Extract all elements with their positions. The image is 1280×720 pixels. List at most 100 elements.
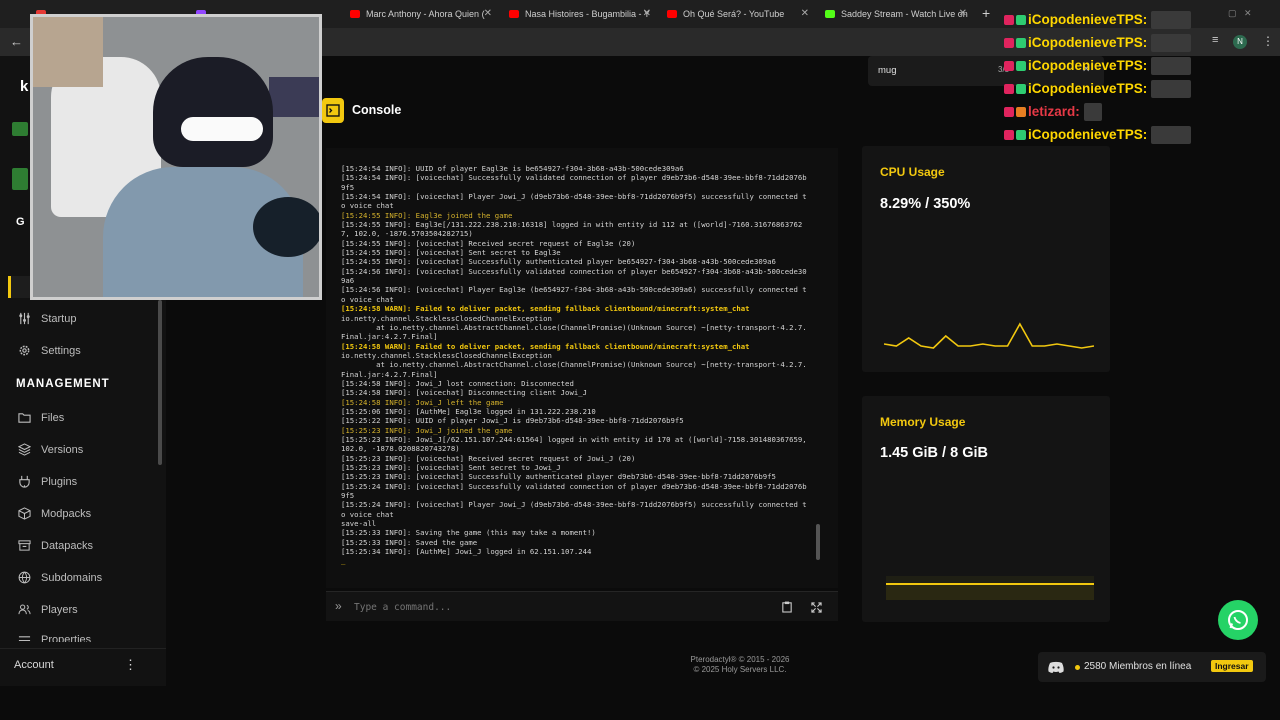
sidebar-item-properties[interactable]: Properties xyxy=(18,634,91,642)
discord-icon xyxy=(1048,660,1064,678)
sidebar-item-label: Versions xyxy=(41,443,84,456)
console-line: [15:24:58 WARN]: Failed to deliver packe… xyxy=(341,304,750,314)
emote-image xyxy=(1151,10,1192,29)
youtube-icon xyxy=(350,10,360,18)
console-line: [15:24:55 INFO]: [voicechat] Sent secret… xyxy=(341,248,561,258)
sidebar-item-subdomains[interactable]: Subdomains xyxy=(18,571,102,584)
console-line: at io.netty.channel.AbstractChannel.clos… xyxy=(341,322,807,342)
profile-avatar[interactable]: N xyxy=(1233,35,1247,49)
heart-badge-icon xyxy=(1004,14,1014,25)
layers-icon xyxy=(18,443,31,456)
heart-badge-icon xyxy=(1004,129,1014,140)
console-line: [15:25:33 INFO]: Saving the game (this m… xyxy=(341,528,596,538)
users-icon xyxy=(18,604,31,615)
console-title: Console xyxy=(352,103,402,117)
console-line: [15:24:56 INFO]: [voicechat] Player Eagl… xyxy=(341,285,807,304)
sidebar-item-modpacks[interactable]: Modpacks xyxy=(18,507,91,520)
sidebar-item-plugins[interactable]: Plugins xyxy=(18,475,77,488)
sub-badge-icon xyxy=(1016,106,1026,117)
footer-company-line: © 2025 Holy Servers LLC. xyxy=(693,665,787,674)
chat-username[interactable]: iCopodenieveTPS: xyxy=(1028,35,1147,50)
sidebar-item-players[interactable]: Players xyxy=(18,603,78,616)
chat-message: iCopodenieveTPS: xyxy=(1004,31,1214,54)
emote-image xyxy=(1151,125,1192,144)
console-line: [15:24:55 INFO]: Eagl3e joined the game xyxy=(341,210,513,220)
stream-chat-overlay: iCopodenieveTPS: iCopodenieveTPS: iCopoden… xyxy=(1004,8,1214,146)
whatsapp-button[interactable] xyxy=(1218,600,1258,640)
sidebar-item-startup[interactable]: Startup xyxy=(18,312,76,325)
console-line: [15:24:54 INFO]: [voicechat] Player Jowi… xyxy=(341,192,807,211)
command-input[interactable] xyxy=(354,598,754,616)
discord-widget: 2580 Miembros en línea Ingresar xyxy=(1038,652,1266,682)
sidebar-item-label: Subdomains xyxy=(41,571,103,584)
memory-usage-graph xyxy=(886,576,1094,600)
chat-username[interactable]: letizard: xyxy=(1028,104,1080,119)
window-controls[interactable]: ▢ ✕ xyxy=(1228,8,1252,19)
more-vertical-icon[interactable]: ⋮ xyxy=(124,657,137,673)
chat-username[interactable]: iCopodenieveTPS: xyxy=(1028,81,1147,96)
gear-icon xyxy=(19,345,30,356)
sidebar-scrollbar[interactable] xyxy=(158,300,162,465)
chat-username[interactable]: iCopodenieveTPS: xyxy=(1028,58,1147,73)
chat-username[interactable]: iCopodenieveTPS: xyxy=(1028,127,1147,142)
heart-badge-icon xyxy=(1004,37,1014,48)
memory-usage-value: 1.45 GiB / 8 GiB xyxy=(880,445,988,461)
console-line: [15:25:06 INFO]: [AuthMe] Eagl3e logged … xyxy=(341,406,596,416)
console-log: [15:24:54 INFO]: UUID of player Eagl3e i… xyxy=(341,164,811,566)
close-tab-icon[interactable]: ✕ xyxy=(959,8,967,19)
back-arrow-icon[interactable]: ← xyxy=(10,34,23,49)
find-query-input[interactable]: mug xyxy=(878,65,896,76)
console-icon xyxy=(322,98,344,123)
browser-menu-icon[interactable]: ⋮ xyxy=(1262,34,1274,48)
fullscreen-icon[interactable] xyxy=(811,600,822,618)
emote-image xyxy=(1151,79,1192,98)
browser-tab[interactable]: Nasa Histoires - Bugambilia - Y ✕ xyxy=(503,4,655,24)
console-line: [15:24:54 INFO]: UUID of player Eagl3e i… xyxy=(341,164,684,173)
sidebar-item-label: Settings xyxy=(41,344,81,357)
browser-tab[interactable]: Oh Qué Será? - YouTube ✕ xyxy=(661,4,813,24)
tab-title: Marc Anthony - Ahora Quien ( xyxy=(366,9,485,19)
cpu-usage-card: CPU Usage 8.29% / 350% xyxy=(862,146,1110,372)
chat-message: iCopodenieveTPS: xyxy=(1004,54,1214,77)
webcam-person-hair xyxy=(153,57,273,167)
package-icon xyxy=(18,507,31,520)
close-tab-icon[interactable]: ✕ xyxy=(643,8,651,19)
clipboard-icon[interactable] xyxy=(782,600,792,618)
close-tab-icon[interactable]: ✕ xyxy=(484,8,492,19)
console-line: [15:24:58 INFO]: Jowi_J left the game xyxy=(341,397,504,407)
discord-member-count: 2580 Miembros en línea xyxy=(1084,661,1192,672)
sidebar-item-label: Modpacks xyxy=(41,507,92,520)
sub-badge-icon xyxy=(1016,129,1026,140)
chat-message: letizard: xyxy=(1004,100,1214,123)
sidebar-item-label: Players xyxy=(41,603,78,616)
tab-title: Saddey Stream - Watch Live on xyxy=(841,9,968,19)
console-line: [15:24:58 INFO]: [voicechat] Disconnecti… xyxy=(341,388,588,398)
emote-image xyxy=(1151,33,1192,52)
emote-image xyxy=(1083,102,1102,121)
cpu-usage-line xyxy=(884,322,1094,349)
brand-logo: k xyxy=(20,78,29,95)
console-line: [15:24:58 WARN]: Failed to deliver packe… xyxy=(341,341,750,351)
heart-badge-icon xyxy=(1004,60,1014,71)
sidebar-item-settings[interactable]: Settings xyxy=(18,344,81,357)
chat-username[interactable]: iCopodenieveTPS: xyxy=(1028,12,1147,27)
sidebar-item-versions[interactable]: Versions xyxy=(18,443,83,456)
discord-join-button[interactable]: Ingresar xyxy=(1211,660,1253,672)
console-scrollbar[interactable] xyxy=(816,524,820,560)
youtube-icon xyxy=(667,10,677,18)
console-line: [15:24:55 INFO]: Eagl3e[/131.222.238.210… xyxy=(341,220,803,239)
browser-tab[interactable]: Marc Anthony - Ahora Quien ( ✕ xyxy=(344,4,496,24)
console-line: [15:25:23 INFO]: [voicechat] Successfull… xyxy=(341,472,776,482)
section-heading: G xyxy=(16,216,25,228)
account-menu[interactable]: Account ⋮ xyxy=(0,648,166,686)
sidebar-item-files[interactable]: Files xyxy=(18,411,64,424)
console-line: save-all xyxy=(341,519,377,529)
close-tab-icon[interactable]: ✕ xyxy=(801,8,809,19)
new-tab-button[interactable]: + xyxy=(982,5,990,21)
sub-badge-icon xyxy=(1016,37,1026,48)
console-line: [15:25:34 INFO]: [AuthMe] Jowi_J logged … xyxy=(341,547,592,557)
management-heading: MANAGEMENT xyxy=(16,378,110,390)
console-line: [15:24:54 INFO]: [voicechat] Successfull… xyxy=(341,173,807,192)
sidebar-item-datapacks[interactable]: Datapacks xyxy=(18,539,93,552)
browser-tab[interactable]: Saddey Stream - Watch Live on ✕ xyxy=(819,4,971,24)
